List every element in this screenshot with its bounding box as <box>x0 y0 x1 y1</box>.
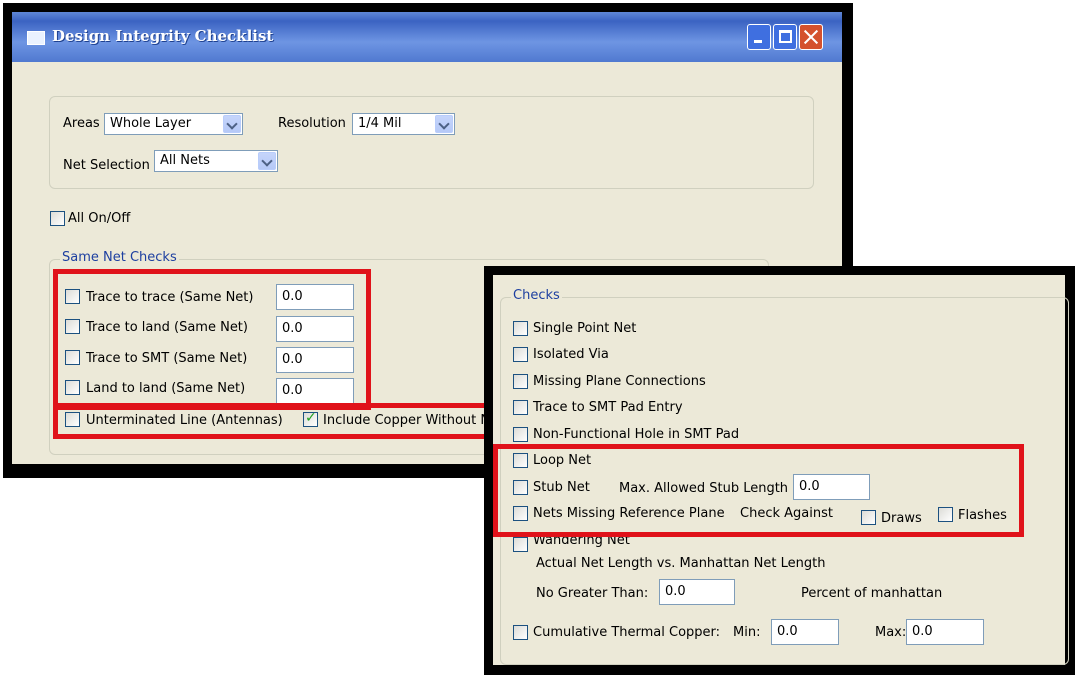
percent-of-manhattan-label: Percent of manhattan <box>801 586 943 601</box>
areas-select[interactable]: Whole Layer <box>104 113 243 135</box>
max-label: Max: <box>875 625 907 640</box>
cumulative-thermal-copper-label: Cumulative Thermal Copper: <box>533 625 721 640</box>
net-selection-select[interactable]: All Nets <box>154 150 278 172</box>
max-input[interactable]: 0.0 <box>906 619 984 645</box>
maximize-button[interactable] <box>773 24 797 50</box>
non-functional-hole-checkbox[interactable] <box>513 427 528 442</box>
highlight-box-unterminated <box>53 403 493 439</box>
checks-panel: Checks Single Point Net Isolated Via Mis… <box>484 266 1075 675</box>
highlight-box-same-net <box>53 269 371 410</box>
title-bar[interactable]: Design Integrity Checklist <box>12 12 842 62</box>
isolated-via-label: Isolated Via <box>533 347 609 362</box>
highlight-box-loop-stub <box>493 444 1024 537</box>
missing-plane-connections-checkbox[interactable] <box>513 374 528 389</box>
non-functional-hole-label: Non-Functional Hole in SMT Pad <box>533 427 740 442</box>
trace-to-smt-pad-entry-checkbox[interactable] <box>513 400 528 415</box>
single-point-net-label: Single Point Net <box>533 321 637 336</box>
chevron-down-icon[interactable] <box>223 115 241 133</box>
checks-panel-client: Checks Single Point Net Isolated Via Mis… <box>493 275 1069 665</box>
no-greater-than-label: No Greater Than: <box>536 586 649 601</box>
min-label: Min: <box>733 625 761 640</box>
net-selection-value: All Nets <box>160 153 210 168</box>
same-net-checks-legend: Same Net Checks <box>60 250 179 265</box>
window-title: Design Integrity Checklist <box>52 27 274 45</box>
resolution-label: Resolution <box>278 116 346 131</box>
chevron-down-icon[interactable] <box>258 152 276 170</box>
actual-vs-manhattan-label: Actual Net Length vs. Manhattan Net Leng… <box>536 556 826 571</box>
net-selection-label: Net Selection <box>63 158 150 173</box>
all-on-off-label: All On/Off <box>68 211 131 226</box>
min-input[interactable]: 0.0 <box>771 619 839 645</box>
chevron-down-icon[interactable] <box>435 115 453 133</box>
checks-legend: Checks <box>511 288 562 303</box>
close-button[interactable] <box>799 24 823 50</box>
resolution-value: 1/4 Mil <box>358 116 402 131</box>
isolated-via-checkbox[interactable] <box>513 347 528 362</box>
no-greater-than-input[interactable]: 0.0 <box>659 579 735 605</box>
minimize-button[interactable] <box>747 24 771 50</box>
wandering-net-checkbox[interactable] <box>513 537 528 552</box>
all-on-off-checkbox[interactable] <box>50 211 65 226</box>
resolution-select[interactable]: 1/4 Mil <box>352 113 455 135</box>
trace-to-smt-pad-entry-label: Trace to SMT Pad Entry <box>533 400 683 415</box>
cumulative-thermal-copper-checkbox[interactable] <box>513 625 528 640</box>
window-icon <box>27 31 45 45</box>
options-group <box>49 96 814 189</box>
missing-plane-connections-label: Missing Plane Connections <box>533 374 706 389</box>
areas-label: Areas <box>63 116 100 131</box>
single-point-net-checkbox[interactable] <box>513 321 528 336</box>
areas-value: Whole Layer <box>110 116 192 131</box>
